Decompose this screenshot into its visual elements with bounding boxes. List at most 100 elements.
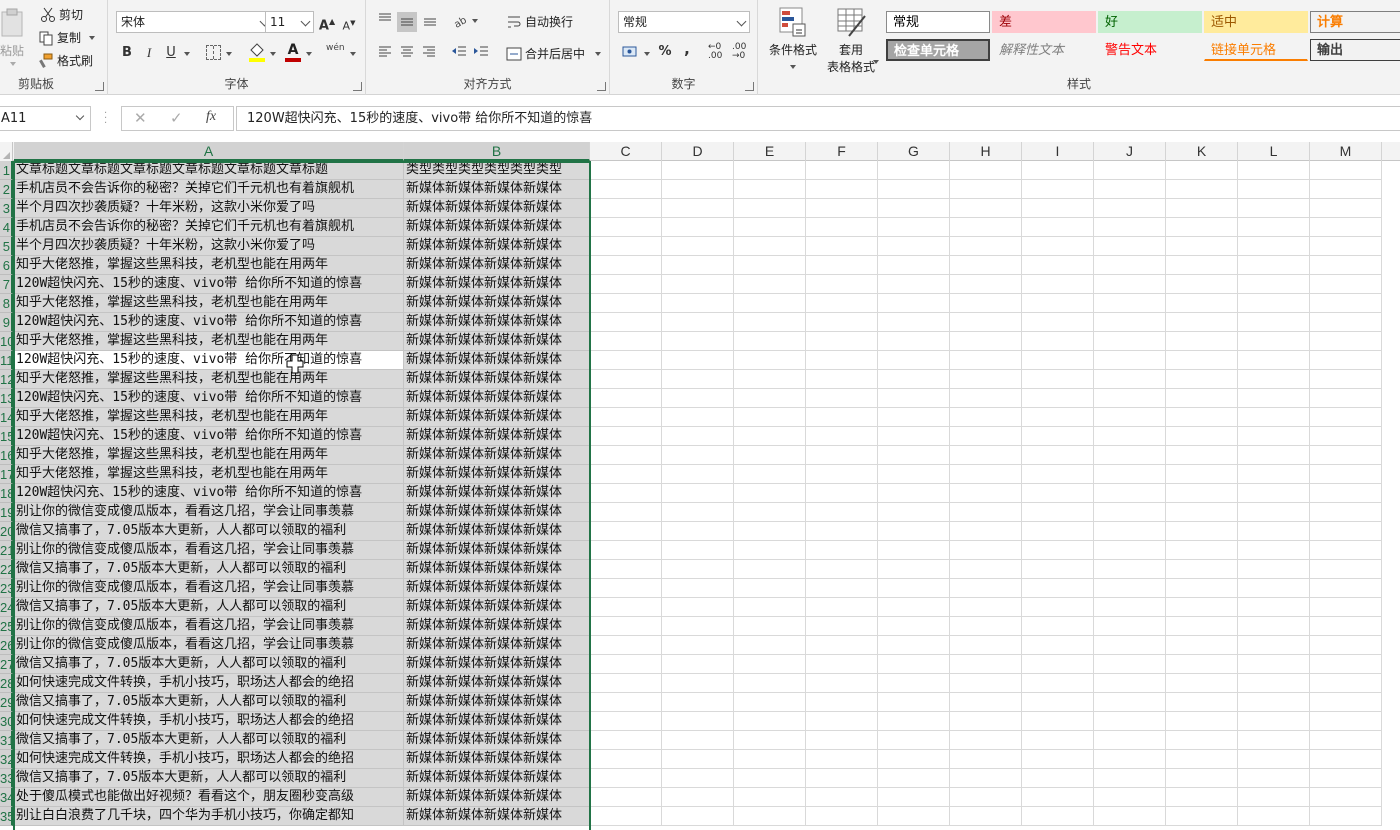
- cell-empty[interactable]: [662, 294, 734, 313]
- cell-empty[interactable]: [590, 750, 662, 769]
- cell-empty[interactable]: [590, 275, 662, 294]
- cell-empty[interactable]: [734, 655, 806, 674]
- cell-empty[interactable]: [950, 693, 1022, 712]
- cell-a[interactable]: 知乎大佬怒推，掌握这些黑科技，老机型也能在用两年: [14, 408, 404, 427]
- conditional-format-dropdown-arrow[interactable]: [790, 65, 796, 69]
- cell-empty[interactable]: [950, 218, 1022, 237]
- cell-empty[interactable]: [950, 769, 1022, 788]
- cell-a[interactable]: 微信又搞事了，7.05版本大更新，人人都可以领取的福利: [14, 769, 404, 788]
- cell-empty[interactable]: [1022, 465, 1094, 484]
- cell-empty[interactable]: [734, 180, 806, 199]
- cell-empty[interactable]: [734, 484, 806, 503]
- cut-button[interactable]: 剪切: [40, 6, 83, 23]
- cell-empty[interactable]: [590, 218, 662, 237]
- cell-empty[interactable]: [878, 579, 950, 598]
- select-all-button[interactable]: [0, 142, 13, 161]
- cell-a[interactable]: 处于傻瓜模式也能做出好视频？看看这个，朋友圈秒变高级: [14, 788, 404, 807]
- row-header[interactable]: 12: [0, 370, 13, 389]
- cell-empty[interactable]: [1310, 712, 1382, 731]
- cell-empty[interactable]: [950, 427, 1022, 446]
- cell-empty[interactable]: [1166, 294, 1238, 313]
- cell-a[interactable]: 微信又搞事了，7.05版本大更新，人人都可以领取的福利: [14, 655, 404, 674]
- cell-empty[interactable]: [734, 541, 806, 560]
- cell-empty[interactable]: [806, 218, 878, 237]
- cell-empty[interactable]: [1310, 427, 1382, 446]
- cell-empty[interactable]: [734, 237, 806, 256]
- cell-empty[interactable]: [734, 294, 806, 313]
- cell-a[interactable]: 120W超快闪充、15秒的速度、vivo带 给你所不知道的惊喜: [14, 389, 404, 408]
- cell-empty[interactable]: [1022, 199, 1094, 218]
- cell-empty[interactable]: [1238, 560, 1310, 579]
- cell-empty[interactable]: [590, 408, 662, 427]
- paste-button[interactable]: 粘贴: [0, 8, 32, 68]
- cell-empty[interactable]: [1310, 579, 1382, 598]
- cell-empty[interactable]: [590, 332, 662, 351]
- cell-empty[interactable]: [1166, 275, 1238, 294]
- cell-empty[interactable]: [1022, 351, 1094, 370]
- cell-empty[interactable]: [734, 199, 806, 218]
- cell-empty[interactable]: [1022, 370, 1094, 389]
- cell-empty[interactable]: [1238, 693, 1310, 712]
- cell-empty[interactable]: [1310, 294, 1382, 313]
- cell-empty[interactable]: [1166, 712, 1238, 731]
- cell-empty[interactable]: [1310, 465, 1382, 484]
- cell-empty[interactable]: [1238, 218, 1310, 237]
- cell-empty[interactable]: [1094, 617, 1166, 636]
- clipboard-launcher-icon[interactable]: [95, 82, 104, 91]
- cell-empty[interactable]: [590, 180, 662, 199]
- cell-b[interactable]: 新媒体新媒体新媒体新媒体: [404, 636, 590, 655]
- decrease-indent-button[interactable]: [450, 44, 468, 62]
- cell-empty[interactable]: [662, 199, 734, 218]
- cell-empty[interactable]: [806, 465, 878, 484]
- cell-style-2[interactable]: 好: [1098, 11, 1202, 33]
- cell-b[interactable]: 新媒体新媒体新媒体新媒体: [404, 313, 590, 332]
- cell-empty[interactable]: [1022, 788, 1094, 807]
- cell-a[interactable]: 半个月四次抄袭质疑？十年米粉，这款小米你爱了吗: [14, 199, 404, 218]
- cell-empty[interactable]: [1166, 598, 1238, 617]
- cell-empty[interactable]: [1310, 161, 1382, 180]
- cell-a[interactable]: 知乎大佬怒推，掌握这些黑科技，老机型也能在用两年: [14, 446, 404, 465]
- cell-empty[interactable]: [878, 636, 950, 655]
- cell-empty[interactable]: [1166, 560, 1238, 579]
- cell-empty[interactable]: [806, 370, 878, 389]
- cell-empty[interactable]: [1094, 465, 1166, 484]
- align-top-button[interactable]: [376, 12, 394, 30]
- cell-empty[interactable]: [1238, 503, 1310, 522]
- cell-empty[interactable]: [1022, 256, 1094, 275]
- cell-empty[interactable]: [1238, 408, 1310, 427]
- cell-empty[interactable]: [590, 636, 662, 655]
- cell-empty[interactable]: [734, 408, 806, 427]
- cell-empty[interactable]: [1310, 655, 1382, 674]
- cell-empty[interactable]: [1022, 712, 1094, 731]
- cell-empty[interactable]: [662, 712, 734, 731]
- cell-empty[interactable]: [878, 237, 950, 256]
- cell-empty[interactable]: [662, 807, 734, 826]
- row-header[interactable]: 22: [0, 560, 13, 579]
- cell-empty[interactable]: [950, 731, 1022, 750]
- cell-empty[interactable]: [734, 712, 806, 731]
- cell-empty[interactable]: [1166, 465, 1238, 484]
- cell-empty[interactable]: [734, 446, 806, 465]
- cell-empty[interactable]: [1022, 560, 1094, 579]
- cell-empty[interactable]: [1238, 617, 1310, 636]
- column-header-d[interactable]: D: [662, 142, 734, 161]
- cell-empty[interactable]: [950, 256, 1022, 275]
- cell-empty[interactable]: [662, 541, 734, 560]
- paste-dropdown-arrow[interactable]: [10, 62, 16, 66]
- column-header-f[interactable]: F: [806, 142, 878, 161]
- cell-b[interactable]: 新媒体新媒体新媒体新媒体: [404, 598, 590, 617]
- cell-empty[interactable]: [1166, 370, 1238, 389]
- cell-empty[interactable]: [950, 579, 1022, 598]
- cell-empty[interactable]: [1238, 256, 1310, 275]
- cell-style-8[interactable]: 链接单元格: [1204, 39, 1308, 61]
- cell-empty[interactable]: [1166, 332, 1238, 351]
- decrease-decimal-button[interactable]: .00 →0: [732, 43, 746, 61]
- cell-empty[interactable]: [1166, 674, 1238, 693]
- cell-empty[interactable]: [662, 655, 734, 674]
- cell-empty[interactable]: [662, 446, 734, 465]
- column-header-i[interactable]: I: [1022, 142, 1094, 161]
- cell-empty[interactable]: [878, 522, 950, 541]
- cell-empty[interactable]: [1094, 275, 1166, 294]
- row-header[interactable]: 2: [0, 180, 13, 199]
- cell-empty[interactable]: [806, 180, 878, 199]
